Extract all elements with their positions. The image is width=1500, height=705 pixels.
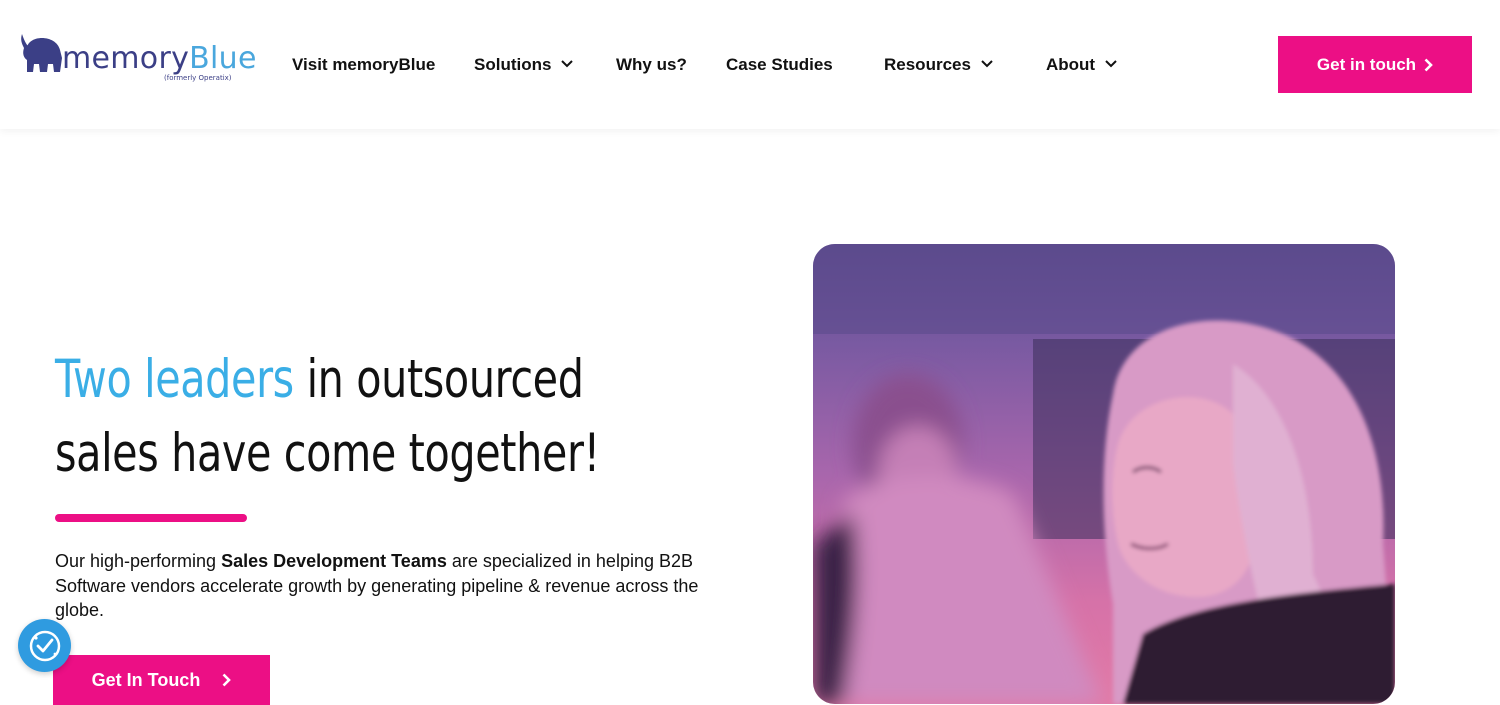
nav-label: Visit memoryBlue [292, 55, 436, 74]
elephant-icon [21, 34, 62, 72]
nav-solutions[interactable]: Solutions [474, 55, 574, 75]
accessibility-icon [29, 630, 60, 661]
get-in-touch-button[interactable]: Get in touch [1278, 36, 1472, 93]
chevron-down-icon [1105, 59, 1117, 67]
accessibility-button[interactable] [18, 619, 71, 672]
hero-photo [813, 244, 1395, 704]
logo-word-accent: Blue [189, 41, 257, 76]
hero-desc-part1: Our high-performing [55, 551, 222, 571]
logo-word-main: memory [62, 41, 190, 76]
nav-visit-memoryblue[interactable]: Visit memoryBlue [292, 55, 435, 75]
hero-get-in-touch-button[interactable]: Get In Touch [53, 655, 270, 705]
logo[interactable]: memoryBlue (formerly Operatix) [20, 30, 256, 86]
hero-title-accent: Two leaders [55, 349, 294, 410]
hero-title-line2: sales have come together! [55, 423, 600, 484]
hero-cta-label: Get In Touch [91, 669, 201, 690]
hero-photo-illustration [813, 244, 1395, 704]
hero-description: Our high-performing Sales Development Te… [55, 549, 745, 623]
nav-label: About [1046, 55, 1096, 74]
logo-wordmark: memoryBlue [62, 44, 257, 74]
logo-subtitle: (formerly Operatix) [164, 74, 232, 82]
site-header: memoryBlue (formerly Operatix) Visit mem… [0, 0, 1500, 129]
nav-why-us[interactable]: Why us? [616, 55, 687, 75]
nav-about[interactable]: About [1046, 55, 1117, 75]
nav-label: Why us? [616, 55, 687, 74]
nav-resources[interactable]: Resources [884, 55, 993, 75]
hero-title-line1: Two leaders in outsourced [55, 343, 601, 417]
nav-label: Solutions [474, 55, 552, 74]
chevron-down-icon [561, 59, 574, 67]
hero-desc-bold: Sales Development Teams [221, 551, 447, 571]
hero-title: Two leaders in outsourced sales have com… [55, 343, 601, 491]
nav-case-studies[interactable]: Case Studies [726, 55, 833, 75]
nav-label: Resources [884, 55, 971, 74]
hero-title-rest: in outsourced [293, 349, 584, 410]
chevron-right-icon [1424, 58, 1433, 71]
cta-label: Get in touch [1316, 54, 1417, 74]
chevron-down-icon [981, 59, 993, 67]
title-underline-divider [55, 514, 247, 522]
chevron-right-icon [222, 673, 232, 687]
nav-label: Case Studies [726, 55, 833, 74]
